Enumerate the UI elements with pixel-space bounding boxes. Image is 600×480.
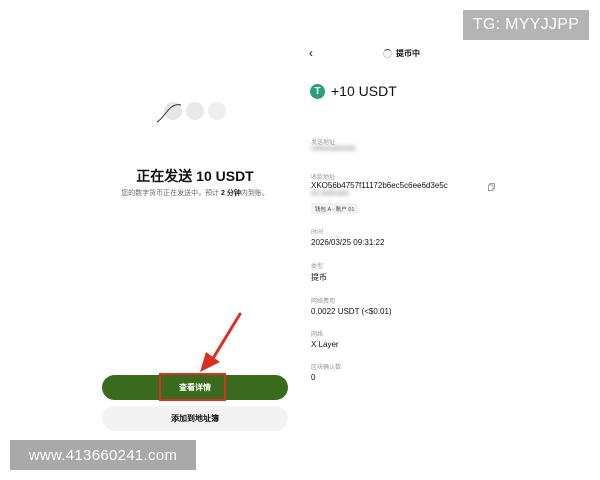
back-arrow-icon[interactable]: ‹: [309, 46, 313, 60]
time-label: 时间: [311, 230, 324, 236]
add-to-address-book-button[interactable]: 添加到地址簿: [102, 406, 288, 431]
spinner-icon: [383, 49, 392, 58]
sending-subtitle: 您的数字货币正在发送中，预计 2 分钟内到账。: [121, 190, 269, 197]
usdt-icon: T: [310, 84, 325, 99]
time-value: 2026/03/25 09:31:22: [311, 238, 385, 247]
type-label: 类型: [311, 264, 324, 270]
to-label: 收款地址: [311, 175, 336, 181]
header-title: 提币中: [396, 49, 420, 58]
red-arrow-icon: [200, 312, 242, 372]
amount-value: +10 USDT: [331, 83, 397, 99]
confirmations-label: 区块确认数: [311, 365, 342, 371]
network-label: 网络: [311, 332, 324, 338]
fee-label: 网络费用: [311, 299, 336, 305]
loading-dots-icon: [156, 102, 226, 123]
fee-value: 0.0022 USDT (<$0.01): [311, 307, 392, 316]
type-value: 提币: [311, 273, 327, 282]
copy-icon[interactable]: [488, 183, 495, 191]
from-value: 0x8f2a1d93cb4e: [311, 146, 356, 152]
view-details-button[interactable]: 查看详情: [102, 375, 288, 400]
url-watermark: www.413660241.com: [10, 440, 196, 470]
from-label: 发送地址: [311, 140, 336, 146]
to-value-line1: XKO56b4757f11172b6ec5c6ee6d3e5c: [311, 181, 448, 190]
network-value: X Layer: [311, 340, 339, 349]
to-value-line2: b373e8ff1b8fc: [311, 191, 349, 197]
tg-watermark: TG: MYYJJPP: [463, 10, 589, 40]
confirmations-value: 0: [311, 373, 316, 382]
wallet-chip: 钱包 A · 账户 01: [311, 203, 359, 214]
sending-title: 正在发送 10 USDT: [136, 168, 254, 184]
